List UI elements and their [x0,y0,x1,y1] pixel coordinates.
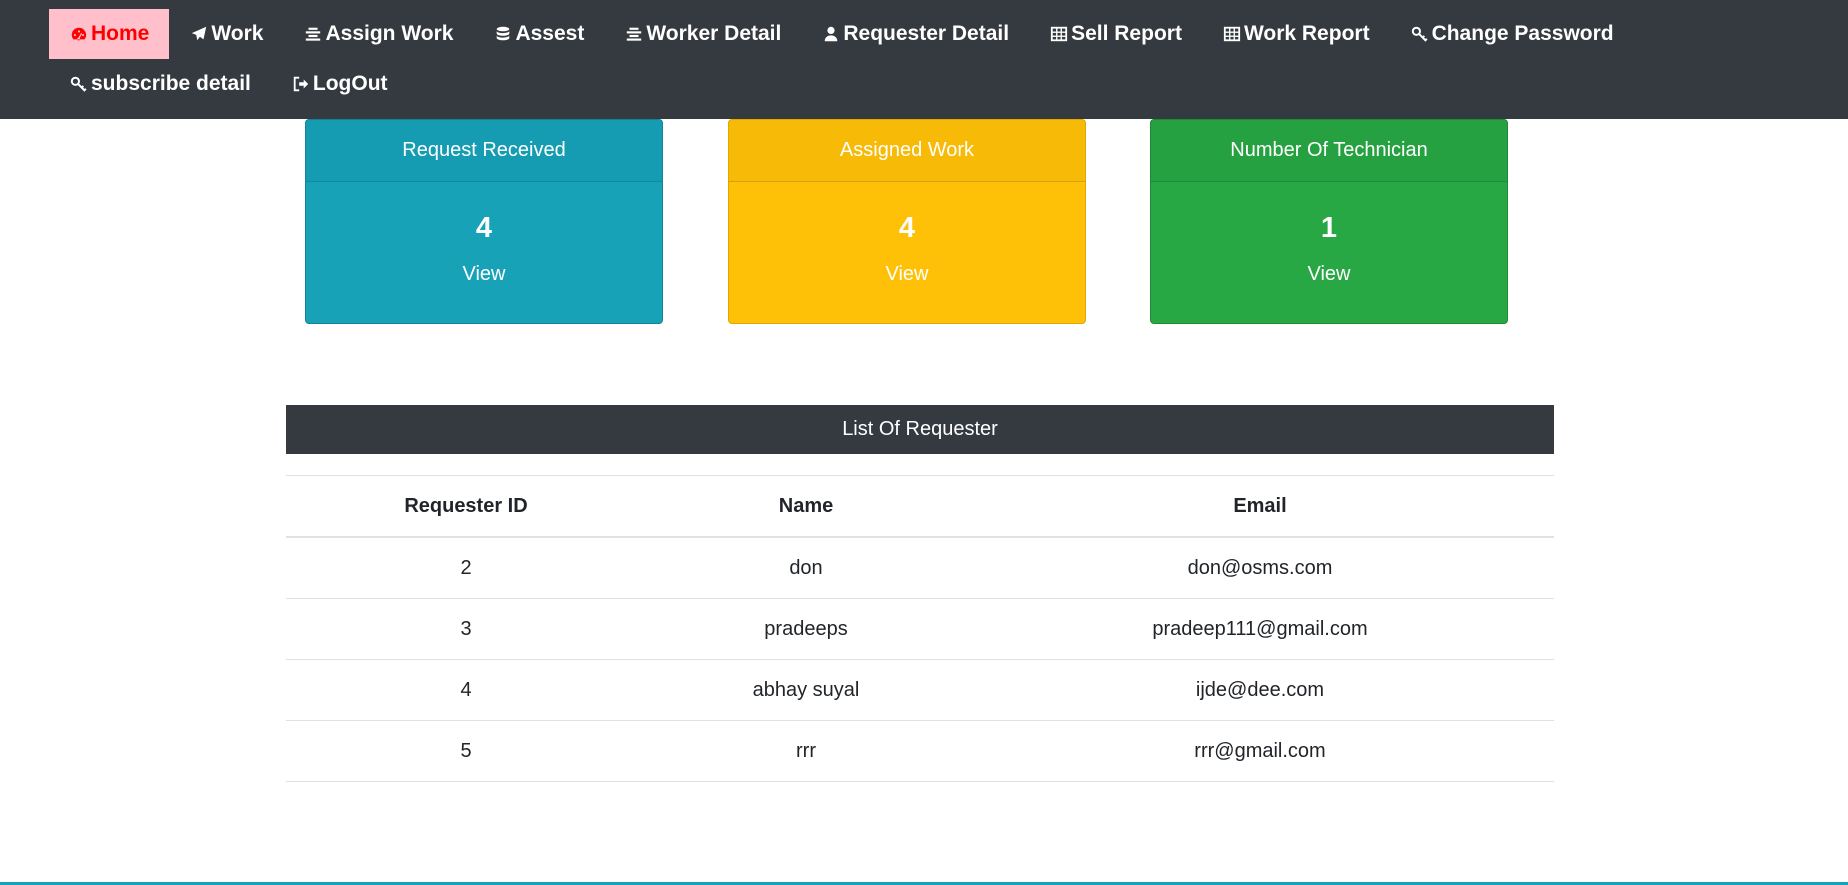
nav-item-label: Change Password [1431,22,1614,45]
user-icon [821,24,841,44]
requester-list-title: List Of Requester [286,405,1554,454]
align-center-icon [624,24,644,44]
table-row: 5 rrr rrr@gmail.com [286,720,1554,782]
nav-item-label: Requester Detail [843,22,1010,45]
nav-item-label: LogOut [312,72,388,95]
nav-item-label: Worker Detail [646,22,782,45]
card-count: 1 [1320,212,1338,244]
cell-email: rrr@gmail.com [966,720,1554,782]
card-title: Assigned Work [729,120,1085,182]
paper-plane-icon [189,24,209,44]
cell-name: rrr [646,720,966,782]
cell-email: pradeep111@gmail.com [966,598,1554,660]
nav-item-worker-detail[interactable]: Worker Detail [604,9,801,59]
assigned-work-card: Assigned Work 4 View [728,119,1086,324]
cell-requester-id: 4 [286,659,646,721]
nav-item-requester-detail[interactable]: Requester Detail [801,9,1029,59]
technician-count-card: Number Of Technician 1 View [1150,119,1508,324]
cell-email: ijde@dee.com [966,659,1554,721]
view-link[interactable]: View [1151,263,1507,286]
key-icon [1410,24,1430,44]
nav-list: Home Work Assign Work Assest Worker Deta… [49,9,1839,109]
table-icon [1222,24,1242,44]
nav-item-logout[interactable]: LogOut [271,59,408,109]
nav-item-label: Work Report [1243,22,1370,45]
view-link[interactable]: View [729,263,1085,286]
database-icon [493,24,513,44]
view-link[interactable]: View [306,263,662,286]
cell-name: pradeeps [646,598,966,660]
nav-item-label: Home [91,22,150,45]
sign-out-icon [291,74,311,94]
cell-requester-id: 5 [286,720,646,782]
nav-item-label: Assign Work [325,22,454,45]
key-icon [69,74,89,94]
dashboard-icon [69,24,89,44]
cell-requester-id: 3 [286,598,646,660]
nav-item-label: Sell Report [1071,22,1182,45]
card-title: Number Of Technician [1151,120,1507,182]
card-title: Request Received [306,120,662,182]
nav-item-change-password[interactable]: Change Password [1390,9,1634,59]
nav-item-label: subscribe detail [91,72,251,95]
cell-requester-id: 2 [286,537,646,599]
nav-item-subscribe-detail[interactable]: subscribe detail [49,59,271,109]
requester-table: Requester ID Name Email 2 don don@osms.c… [286,475,1554,782]
cell-email: don@osms.com [966,537,1554,599]
nav-item-work[interactable]: Work [169,9,283,59]
column-header-requester-id: Requester ID [286,475,646,538]
nav-item-label: Work [211,22,264,45]
cell-name: abhay suyal [646,659,966,721]
nav-item-work-report[interactable]: Work Report [1202,9,1390,59]
table-row: 3 pradeeps pradeep111@gmail.com [286,598,1554,660]
table-row: 4 abhay suyal ijde@dee.com [286,659,1554,721]
nav-item-assest[interactable]: Assest [473,9,604,59]
nav-item-home[interactable]: Home [49,9,170,59]
top-navbar: Home Work Assign Work Assest Worker Deta… [0,0,1848,119]
column-header-email: Email [966,475,1554,538]
cell-name: don [646,537,966,599]
nav-item-label: Assest [515,22,585,45]
request-received-card: Request Received 4 View [305,119,663,324]
table-row: 2 don don@osms.com [286,537,1554,599]
nav-item-sell-report[interactable]: Sell Report [1029,9,1202,59]
table-icon [1049,24,1069,44]
nav-item-assign-work[interactable]: Assign Work [283,9,473,59]
align-center-icon [303,24,323,44]
card-count: 4 [898,212,916,244]
card-count: 4 [475,212,493,244]
table-header-row: Requester ID Name Email [286,475,1554,538]
column-header-name: Name [646,475,966,538]
